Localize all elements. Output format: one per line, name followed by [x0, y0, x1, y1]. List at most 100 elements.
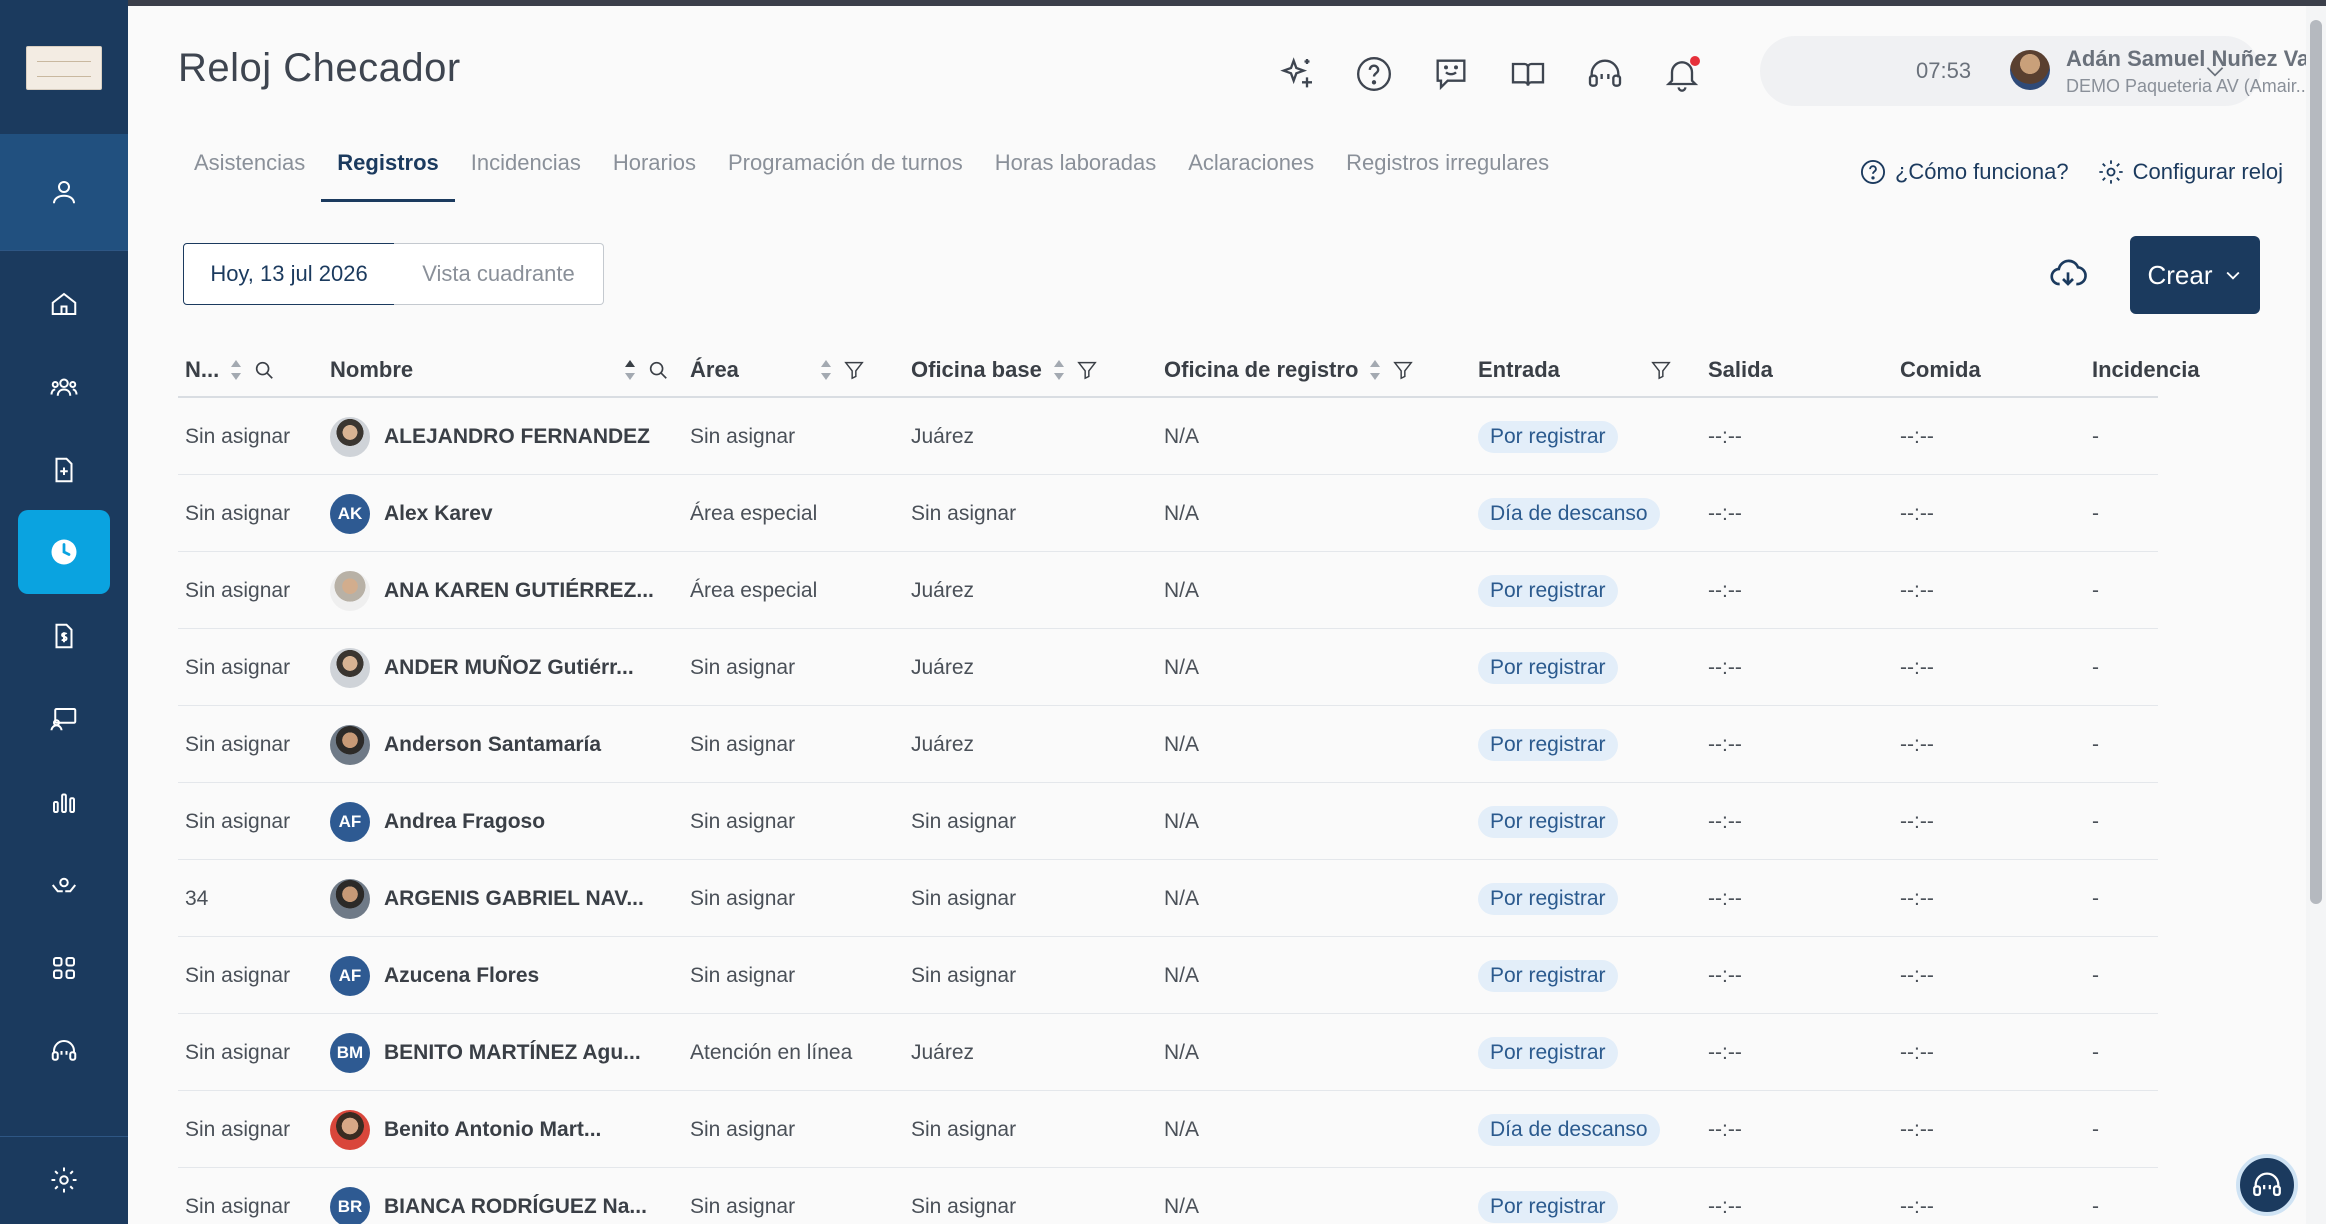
sidebar-item-benefits[interactable] — [0, 845, 128, 925]
table-row[interactable]: Sin asignar AK Alex Karev Área especial Sin … — [178, 475, 2158, 552]
status-badge: Por registrar — [1478, 1036, 1618, 1069]
help-links: ¿Cómo funciona? Configurar reloj — [1859, 158, 2283, 186]
sort-icon[interactable] — [229, 358, 243, 382]
sidebar-item-modules[interactable] — [0, 928, 128, 1008]
employee-name[interactable]: ANDER MUÑOZ Gutiérr... — [384, 656, 634, 680]
table-row[interactable]: Sin asignar ANA KAREN GUTIÉRREZ... Área es… — [178, 552, 2158, 629]
cell-name: BR BIANCA RODRÍGUEZ Na... — [330, 1168, 647, 1224]
team-icon — [50, 378, 78, 396]
quadrant-view-button[interactable]: Vista cuadrante — [394, 243, 604, 305]
cell-register-office: N/A — [1164, 655, 1200, 679]
tab-aclaraciones[interactable]: Aclaraciones — [1172, 146, 1330, 202]
employee-name[interactable]: Benito Antonio Mart... — [384, 1118, 601, 1142]
cell-meal: --:-- — [1900, 501, 1934, 525]
search-icon[interactable] — [253, 359, 275, 381]
sort-icon[interactable] — [819, 358, 833, 382]
employee-name[interactable]: ALEJANDRO FERNANDEZ — [384, 425, 650, 449]
tab-horarios[interactable]: Horarios — [597, 146, 712, 202]
notifications-button[interactable] — [1643, 46, 1720, 102]
sidebar-item-employees[interactable] — [0, 347, 128, 427]
filter-icon[interactable] — [1392, 359, 1414, 381]
tab-asistencias[interactable]: Asistencias — [178, 146, 321, 202]
headset-icon — [1588, 59, 1621, 87]
column-name[interactable]: Nombre — [330, 342, 669, 398]
table-row[interactable]: 34 ARGENIS GABRIEL NAV... Sin asignar Sin a… — [178, 860, 2158, 937]
guides-button[interactable] — [1489, 46, 1566, 102]
sidebar-item-reports[interactable] — [0, 762, 128, 842]
sidebar-divider — [0, 1136, 128, 1137]
tab-programacion-turnos[interactable]: Programación de turnos — [712, 146, 979, 202]
support-button[interactable] — [1566, 46, 1643, 102]
company-logo[interactable] — [26, 46, 102, 90]
sidebar-item-payroll[interactable] — [0, 596, 128, 676]
cell-exit: --:-- — [1708, 886, 1742, 910]
employee-name[interactable]: BIANCA RODRÍGUEZ Na... — [384, 1195, 647, 1219]
tab-registros[interactable]: Registros — [321, 146, 456, 202]
tab-registros-irregulares[interactable]: Registros irregulares — [1330, 146, 1565, 202]
create-button[interactable]: Crear — [2130, 236, 2260, 314]
user-menu[interactable]: 07:53 Adán Samuel Nuñez Val... DEMO Paqu… — [1760, 36, 2326, 106]
sidebar-item-training[interactable] — [0, 679, 128, 759]
sidebar-item-settings[interactable] — [0, 1140, 128, 1220]
filter-icon[interactable] — [1076, 359, 1098, 381]
table-row[interactable]: Sin asignar AF Andrea Fragoso Sin asignar Si… — [178, 783, 2158, 860]
cell-register-office: N/A — [1164, 578, 1200, 602]
filter-icon[interactable] — [843, 359, 865, 381]
filter-icon[interactable] — [1650, 359, 1672, 381]
table-row[interactable]: Sin asignar BM BENITO MARTÍNEZ Agu... Atenc… — [178, 1014, 2158, 1091]
ai-button[interactable] — [1258, 46, 1335, 102]
sidebar-item-documents[interactable] — [0, 430, 128, 510]
column-register-office[interactable]: Oficina de registro — [1164, 342, 1414, 398]
avatar: BM — [330, 1032, 370, 1073]
feedback-button[interactable] — [1412, 46, 1489, 102]
column-entry[interactable]: Entrada — [1478, 342, 1672, 398]
sidebar-item-support[interactable] — [0, 1011, 128, 1091]
cell-name: ARGENIS GABRIEL NAV... — [330, 860, 644, 937]
employee-name[interactable]: Azucena Flores — [384, 964, 539, 988]
sidebar-divider — [0, 250, 128, 251]
page-scrollbar[interactable] — [2310, 20, 2322, 904]
question-circle-icon — [1356, 57, 1391, 91]
column-area[interactable]: Área — [690, 342, 865, 398]
table-row[interactable]: Sin asignar Anderson Santamaría Sin asigna… — [178, 706, 2158, 783]
column-number[interactable]: N... — [185, 342, 275, 398]
employee-name[interactable]: BENITO MARTÍNEZ Agu... — [384, 1041, 641, 1065]
cell-number: Sin asignar — [185, 424, 291, 448]
cell-entry: Por registrar — [1478, 783, 1618, 860]
sort-icon[interactable] — [1368, 358, 1382, 382]
employee-name[interactable]: ANA KAREN GUTIÉRREZ... — [384, 579, 654, 603]
table-row[interactable]: Sin asignar ALEJANDRO FERNANDEZ Sin asigna… — [178, 398, 2158, 475]
user-icon — [53, 181, 75, 204]
cell-name: AF Azucena Flores — [330, 937, 539, 1014]
cell-number: Sin asignar — [185, 1117, 291, 1141]
help-button[interactable] — [1335, 46, 1412, 102]
sort-icon[interactable] — [1052, 358, 1066, 382]
employee-name[interactable]: Anderson Santamaría — [384, 733, 601, 757]
search-icon[interactable] — [647, 359, 669, 381]
support-chat-button[interactable] — [2236, 1154, 2298, 1216]
how-it-works-link[interactable]: ¿Cómo funciona? — [1859, 158, 2069, 186]
tab-incidencias[interactable]: Incidencias — [455, 146, 597, 202]
cloud-download-icon[interactable] — [2048, 254, 2088, 294]
status-badge: Por registrar — [1478, 574, 1618, 607]
sort-icon[interactable] — [623, 358, 637, 382]
table-row[interactable]: Sin asignar Benito Antonio Mart... Sin asi… — [178, 1091, 2158, 1168]
configure-clock-link[interactable]: Configurar reloj — [2097, 158, 2283, 186]
sidebar-item-clock[interactable] — [18, 510, 110, 594]
today-date-button[interactable]: Hoy, 13 jul 2026 — [183, 243, 395, 305]
cell-entry: Por registrar — [1478, 552, 1618, 629]
table-row[interactable]: Sin asignar AF Azucena Flores Sin asignar Si… — [178, 937, 2158, 1014]
cell-number: Sin asignar — [185, 732, 291, 756]
cell-meal: --:-- — [1900, 809, 1934, 833]
sidebar-item-profile[interactable] — [0, 134, 128, 250]
tab-horas-laboradas[interactable]: Horas laboradas — [979, 146, 1172, 202]
employee-name[interactable]: Andrea Fragoso — [384, 810, 545, 834]
employee-name[interactable]: ARGENIS GABRIEL NAV... — [384, 887, 644, 911]
sidebar-item-home[interactable] — [0, 264, 128, 344]
cell-entry: Por registrar — [1478, 706, 1618, 783]
employee-name[interactable]: Alex Karev — [384, 502, 493, 526]
table-row[interactable]: Sin asignar ANDER MUÑOZ Gutiérr... Sin asi… — [178, 629, 2158, 706]
table-row[interactable]: Sin asignar BR BIANCA RODRÍGUEZ Na... Sin a… — [178, 1168, 2158, 1224]
column-base-office[interactable]: Oficina base — [911, 342, 1098, 398]
cell-name: ALEJANDRO FERNANDEZ — [330, 398, 650, 475]
